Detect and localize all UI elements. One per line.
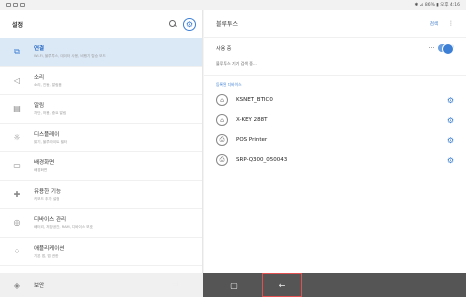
settings-item-label: 소리 xyxy=(34,74,45,81)
notification-icon: ▤ xyxy=(13,104,21,114)
bluetooth-toggle-row[interactable]: 사용 중 xyxy=(204,38,466,58)
security-icon: ◈ xyxy=(13,280,21,290)
device-settings-icon[interactable]: ⚙ xyxy=(447,116,454,125)
settings-menu-list: ⧉ 연결 Wi-Fi, 블루투스, 데이터 사용, 비행기 탑승 모드 ◁ 소리 소리, … xyxy=(0,38,202,273)
bluetooth-device-icon: ⌂ xyxy=(216,94,228,106)
settings-item-description: 밝기, 블루라이트 필터 xyxy=(34,139,68,144)
sound-icon: ◁ xyxy=(13,75,21,85)
settings-item[interactable]: ✚ 유용한 기능 키보드 추가 설정 xyxy=(0,181,202,209)
settings-item-label: 디스플레이 xyxy=(34,131,60,138)
link-icon: ⧉ xyxy=(14,46,20,56)
scan-button[interactable]: 검색 xyxy=(430,21,438,27)
settings-panel: 설정 ⚙ ⧉ 연결 Wi-Fi, 블루투스, 데이터 사용, 비행기 탑승 모드 ◁ 소… xyxy=(0,10,203,273)
settings-gear-icon[interactable]: ⚙ xyxy=(183,17,196,31)
device-care-icon: ◎ xyxy=(13,218,21,228)
paired-device-row[interactable]: ⌂ KSNET_BTIC0 ⚙ xyxy=(204,90,466,110)
scanning-indicator xyxy=(429,47,434,49)
status-bar: ✱ ⊿ 86% ▮ 오후 4:16 xyxy=(0,0,466,10)
home-icon[interactable]: ▢ xyxy=(229,280,239,290)
settings-item[interactable]: ☼ 디스플레이 밝기, 블루라이트 필터 xyxy=(0,124,202,152)
paired-device-row[interactable]: ⌂ X-KEY 288T ⚙ xyxy=(204,110,466,130)
settings-item-label: 알림 xyxy=(34,103,45,110)
device-settings-icon[interactable]: ⚙ xyxy=(447,136,454,145)
navigation-bar: ◈ 보안 ⫤ ▢ ← xyxy=(0,273,466,297)
printer-icon: ⎙ xyxy=(216,134,228,146)
printer-icon: ⎙ xyxy=(216,154,228,166)
settings-item-label: 애플리케이션 xyxy=(34,245,65,252)
device-settings-icon[interactable]: ⚙ xyxy=(447,156,454,165)
status-indicators: ✱ ⊿ 86% ▮ 오후 4:16 xyxy=(414,3,460,8)
settings-item-description: 배경화면 xyxy=(34,168,48,173)
recent-apps-icon[interactable]: ⫤ xyxy=(170,280,180,290)
paired-devices-header: 등록된 디바이스 xyxy=(216,82,242,87)
settings-header: 설정 ⚙ xyxy=(0,10,202,38)
bluetooth-panel: 블루투스 검색 ⋮ 사용 중 블루투스 기기 검색 중... 등록된 디바이스 … xyxy=(204,10,466,273)
settings-item[interactable]: ▤ 알림 차단, 허용, 중요 알림 xyxy=(0,95,202,124)
apps-icon: ⁘ xyxy=(13,246,21,256)
scanning-note: 블루투스 기기 검색 중... xyxy=(204,58,466,76)
settings-item-label: 배경화면 xyxy=(34,160,55,167)
bluetooth-toggle[interactable] xyxy=(438,43,454,55)
settings-item-label: 연결 xyxy=(34,46,45,53)
settings-item-description: 소리, 진동, 알림음 xyxy=(34,82,62,87)
more-options-icon[interactable]: ⋮ xyxy=(448,20,454,27)
bluetooth-title: 블루투스 xyxy=(216,21,239,28)
settings-item-description: 키보드 추가 설정 xyxy=(34,196,60,201)
settings-item-label: 유용한 기능 xyxy=(34,188,62,195)
search-icon[interactable] xyxy=(169,20,177,28)
notification-icons xyxy=(6,3,25,7)
device-name: KSNET_BTIC0 xyxy=(236,97,273,103)
settings-item[interactable]: ⧉ 연결 Wi-Fi, 블루투스, 데이터 사용, 비행기 탑승 모드 xyxy=(0,38,202,67)
settings-item-label: 디바이스 관리 xyxy=(34,217,67,224)
bluetooth-device-icon: ⌂ xyxy=(216,114,228,126)
device-name: X-KEY 288T xyxy=(236,117,268,123)
paired-device-row[interactable]: ⎙ POS Printer ⚙ xyxy=(204,130,466,150)
device-name: POS Printer xyxy=(236,137,268,143)
toggle-label: 사용 중 xyxy=(216,45,232,52)
paired-device-row[interactable]: ⎙ SRP-Q300_050043 ⚙ xyxy=(204,150,466,170)
device-settings-icon[interactable]: ⚙ xyxy=(447,96,454,105)
settings-item[interactable]: ◎ 디바이스 관리 배터리, 저장공간, RAM, 디바이스 보호 xyxy=(0,209,202,238)
settings-title: 설정 xyxy=(12,21,24,29)
settings-item-description: 기본 앱, 앱 권한 xyxy=(34,253,59,258)
settings-item-label: 보안 xyxy=(34,283,45,289)
display-icon: ☼ xyxy=(13,132,21,142)
bluetooth-header: 블루투스 검색 ⋮ xyxy=(204,10,466,38)
settings-item-description: 배터리, 저장공간, RAM, 디바이스 보호 xyxy=(34,225,93,230)
paired-devices-list: ⌂ KSNET_BTIC0 ⚙ ⌂ X-KEY 288T ⚙ ⎙ POS Printer ⚙ ⎙ S… xyxy=(204,90,466,170)
settings-item-description: 차단, 허용, 중요 알림 xyxy=(34,111,67,116)
device-name: SRP-Q300_050043 xyxy=(236,157,288,163)
back-icon[interactable]: ← xyxy=(277,280,287,290)
settings-item[interactable]: ▭ 배경화면 배경화면 xyxy=(0,152,202,181)
settings-item[interactable]: ▣잠금화면화면 잠금 방식, 시계 스타일 xyxy=(0,266,202,273)
advanced-features-icon: ✚ xyxy=(13,189,21,199)
settings-item[interactable]: ◁ 소리 소리, 진동, 알림음 xyxy=(0,67,202,95)
wallpaper-icon: ▭ xyxy=(13,161,21,171)
settings-item[interactable]: ⁘ 애플리케이션 기본 앱, 앱 권한 xyxy=(0,238,202,266)
settings-item-description: Wi-Fi, 블루투스, 데이터 사용, 비행기 탑승 모드 xyxy=(34,54,106,59)
